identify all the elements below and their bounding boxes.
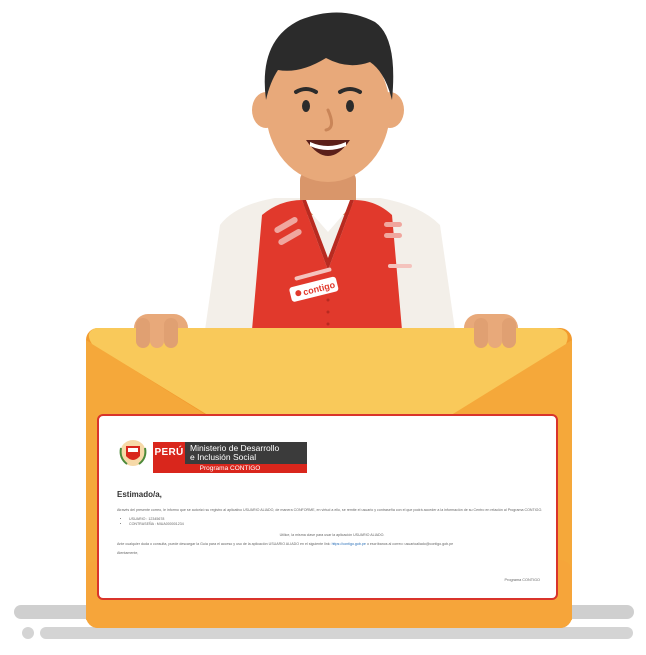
vest-pocket <box>388 264 412 268</box>
credentials-list: USUARIO : 12345678 CONTRASEÑA : MIUA0000… <box>125 517 547 527</box>
closing: Atentamente, <box>117 551 139 555</box>
ministry-line-2: e Inclusión Social <box>190 452 257 462</box>
paragraph-2: Ante cualquier duda o consulta, puede de… <box>117 542 547 547</box>
paragraph-1: Através del presente correo, le informo … <box>117 508 543 512</box>
program-label: Programa CONTIGO <box>153 464 307 473</box>
floor-line <box>565 627 633 639</box>
coat-of-arms-icon <box>119 440 147 466</box>
greeting: Estimado/a, <box>117 490 162 499</box>
instructions: Utilice, la misma clave para usar la apl… <box>279 533 385 537</box>
credential-password: CONTRASEÑA : MIUA000001234 <box>129 522 547 527</box>
ministry-label: Ministerio de Desarrollo e Inclusión Soc… <box>185 442 307 464</box>
vest-stripe <box>384 222 402 227</box>
eye-left <box>302 100 310 112</box>
paragraph-2-suffix: o escríbanos al correo: usuarioaliado@co… <box>366 542 454 546</box>
email-body: Através del presente correo, le informo … <box>117 508 547 560</box>
guide-link[interactable]: https://contigo.gob.pe <box>332 542 366 546</box>
vest-stripe <box>384 233 402 238</box>
country-label: PERÚ <box>153 442 185 464</box>
eye-right <box>346 100 354 112</box>
floor-line <box>40 627 600 639</box>
floor-dot <box>22 627 34 639</box>
paragraph-2-prefix: Ante cualquier duda o consulta, puede de… <box>117 542 331 546</box>
signature: Programa CONTIGO <box>504 578 540 582</box>
email-letter: PERÚ Ministerio de Desarrollo e Inclusió… <box>97 414 558 600</box>
